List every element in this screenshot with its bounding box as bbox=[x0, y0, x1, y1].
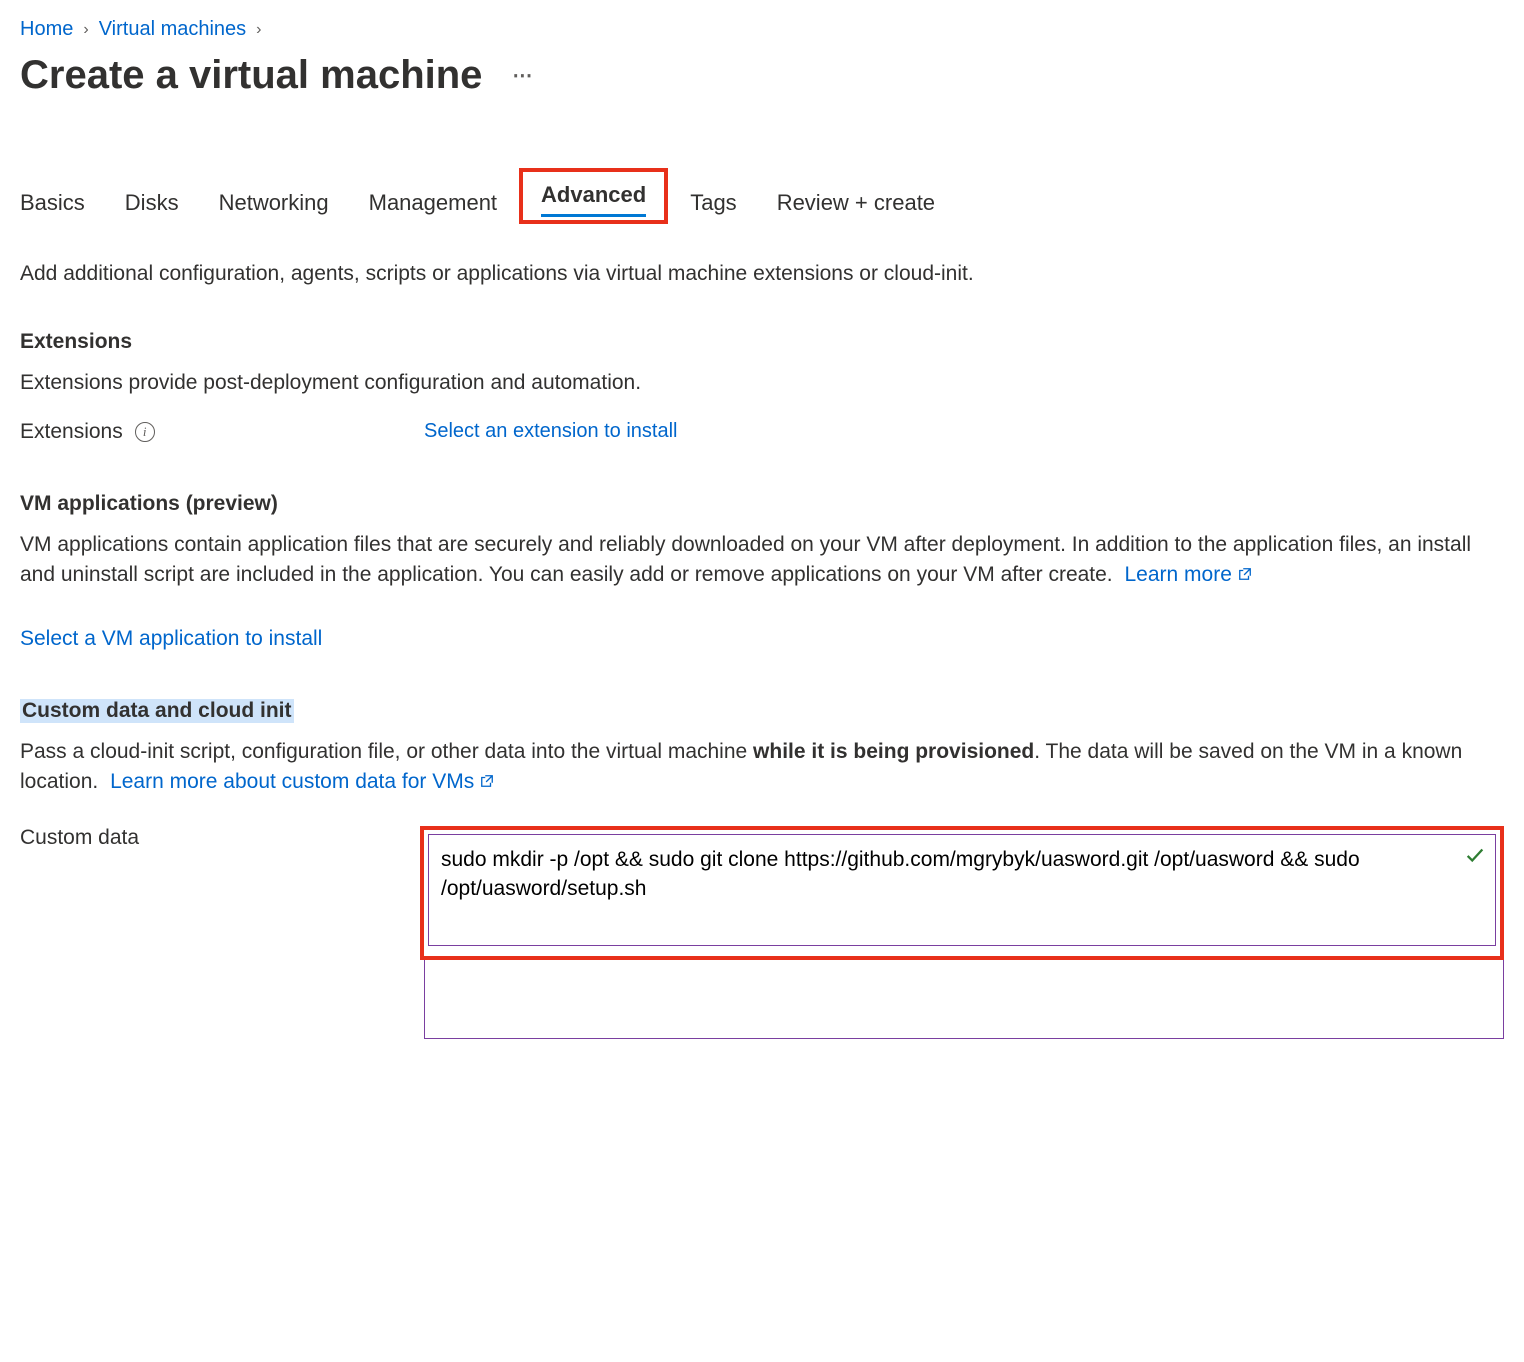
custom-data-learn-more-text: Learn more about custom data for VMs bbox=[110, 767, 474, 797]
section-custom-data: Custom data and cloud init Pass a cloud-… bbox=[20, 699, 1504, 1046]
extensions-description: Extensions provide post-deployment confi… bbox=[20, 368, 1504, 398]
extensions-label: Extensions i bbox=[20, 420, 400, 444]
custom-data-heading: Custom data and cloud init bbox=[20, 699, 294, 723]
tab-tags[interactable]: Tags bbox=[690, 190, 736, 224]
custom-data-learn-more-link[interactable]: Learn more about custom data for VMs bbox=[110, 767, 494, 797]
custom-data-label: Custom data bbox=[20, 826, 400, 850]
section-extensions: Extensions Extensions provide post-deplo… bbox=[20, 330, 1504, 444]
custom-data-label-text: Custom data bbox=[20, 826, 139, 850]
breadcrumb: Home › Virtual machines › bbox=[20, 18, 1504, 41]
vm-applications-description: VM applications contain application file… bbox=[20, 530, 1504, 591]
custom-data-description: Pass a cloud-init script, configuration … bbox=[20, 737, 1504, 798]
tab-networking[interactable]: Networking bbox=[219, 190, 329, 224]
custom-data-input-secondary[interactable] bbox=[424, 960, 1504, 1040]
vm-applications-learn-more-text: Learn more bbox=[1125, 560, 1232, 590]
select-vm-application-link[interactable]: Select a VM application to install bbox=[20, 627, 322, 651]
extensions-heading: Extensions bbox=[20, 330, 1504, 354]
section-vm-applications: VM applications (preview) VM application… bbox=[20, 492, 1504, 651]
vm-applications-heading: VM applications (preview) bbox=[20, 492, 1504, 516]
custom-data-desc-pre: Pass a cloud-init script, configuration … bbox=[20, 740, 753, 763]
extensions-label-text: Extensions bbox=[20, 420, 123, 444]
breadcrumb-home[interactable]: Home bbox=[20, 18, 73, 41]
tab-review-create[interactable]: Review + create bbox=[777, 190, 935, 224]
info-icon[interactable]: i bbox=[135, 422, 155, 442]
tabs: Basics Disks Networking Management Advan… bbox=[20, 168, 1504, 224]
page-title: Create a virtual machine ⋯ bbox=[20, 53, 1504, 98]
page-title-text: Create a virtual machine bbox=[20, 53, 482, 98]
more-actions-icon[interactable]: ⋯ bbox=[512, 63, 534, 88]
tab-advanced-highlight: Advanced bbox=[519, 168, 668, 224]
vm-applications-desc-text: VM applications contain application file… bbox=[20, 533, 1471, 586]
tab-description: Add additional configuration, agents, sc… bbox=[20, 258, 1504, 290]
select-extension-link[interactable]: Select an extension to install bbox=[424, 420, 678, 442]
tab-disks[interactable]: Disks bbox=[125, 190, 179, 224]
checkmark-icon bbox=[1464, 844, 1486, 866]
chevron-right-icon: › bbox=[256, 21, 261, 39]
chevron-right-icon: › bbox=[83, 21, 88, 39]
tab-management[interactable]: Management bbox=[369, 190, 497, 224]
vm-applications-learn-more-link[interactable]: Learn more bbox=[1125, 560, 1252, 590]
custom-data-input[interactable] bbox=[428, 834, 1496, 946]
external-link-icon bbox=[480, 767, 494, 797]
tab-basics[interactable]: Basics bbox=[20, 190, 85, 224]
custom-data-desc-bold: while it is being provisioned bbox=[753, 740, 1034, 763]
breadcrumb-virtual-machines[interactable]: Virtual machines bbox=[99, 18, 246, 41]
custom-data-highlight bbox=[420, 826, 1504, 960]
tab-advanced[interactable]: Advanced bbox=[541, 182, 646, 216]
external-link-icon bbox=[1238, 560, 1252, 590]
